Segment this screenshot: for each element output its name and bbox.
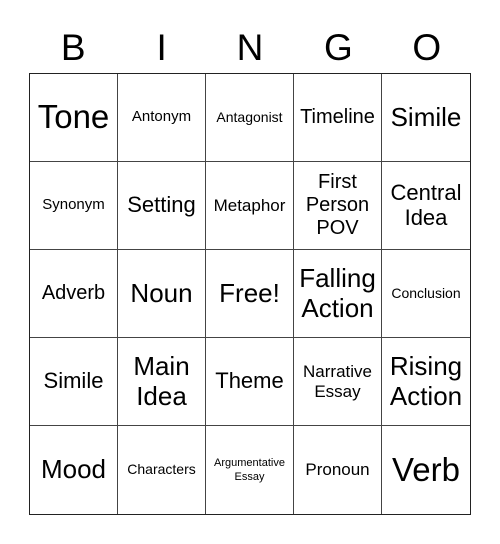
bingo-cell[interactable]: Rising Action xyxy=(382,338,470,426)
bingo-cell[interactable]: Mood xyxy=(30,426,118,514)
bingo-cell[interactable]: Simile xyxy=(382,74,470,162)
bingo-cell[interactable]: Tone xyxy=(30,74,118,162)
bingo-cell[interactable]: Central Idea xyxy=(382,162,470,250)
bingo-cell[interactable]: Falling Action xyxy=(294,250,382,338)
header-letter-g: G xyxy=(324,26,353,68)
bingo-cell[interactable]: Narrative Essay xyxy=(294,338,382,426)
bingo-cell[interactable]: Adverb xyxy=(30,250,118,338)
bingo-cell[interactable]: Setting xyxy=(118,162,206,250)
bingo-cell[interactable]: Synonym xyxy=(30,162,118,250)
header-letter-n: N xyxy=(236,26,264,68)
bingo-board: Tone Antonym Antagonist Timeline Simile … xyxy=(29,73,471,515)
bingo-cell[interactable]: Simile xyxy=(30,338,118,426)
bingo-cell[interactable]: Main Idea xyxy=(118,338,206,426)
bingo-cell[interactable]: Conclusion xyxy=(382,250,470,338)
header-letter-o: O xyxy=(412,26,442,68)
free-space-cell[interactable]: Free! xyxy=(206,250,294,338)
bingo-cell[interactable]: Metaphor xyxy=(206,162,294,250)
bingo-cell[interactable]: Theme xyxy=(206,338,294,426)
header-letter-i: I xyxy=(156,26,167,68)
bingo-cell[interactable]: Noun xyxy=(118,250,206,338)
bingo-header: B I N G O xyxy=(29,22,471,72)
bingo-cell[interactable]: Argumentative Essay xyxy=(206,426,294,514)
bingo-cell[interactable]: Pronoun xyxy=(294,426,382,514)
bingo-cell[interactable]: Verb xyxy=(382,426,470,514)
header-letter-b: B xyxy=(60,26,86,68)
bingo-cell[interactable]: Characters xyxy=(118,426,206,514)
bingo-cell[interactable]: First Person POV xyxy=(294,162,382,250)
bingo-cell[interactable]: Timeline xyxy=(294,74,382,162)
bingo-cell[interactable]: Antonym xyxy=(118,74,206,162)
bingo-cell[interactable]: Antagonist xyxy=(206,74,294,162)
